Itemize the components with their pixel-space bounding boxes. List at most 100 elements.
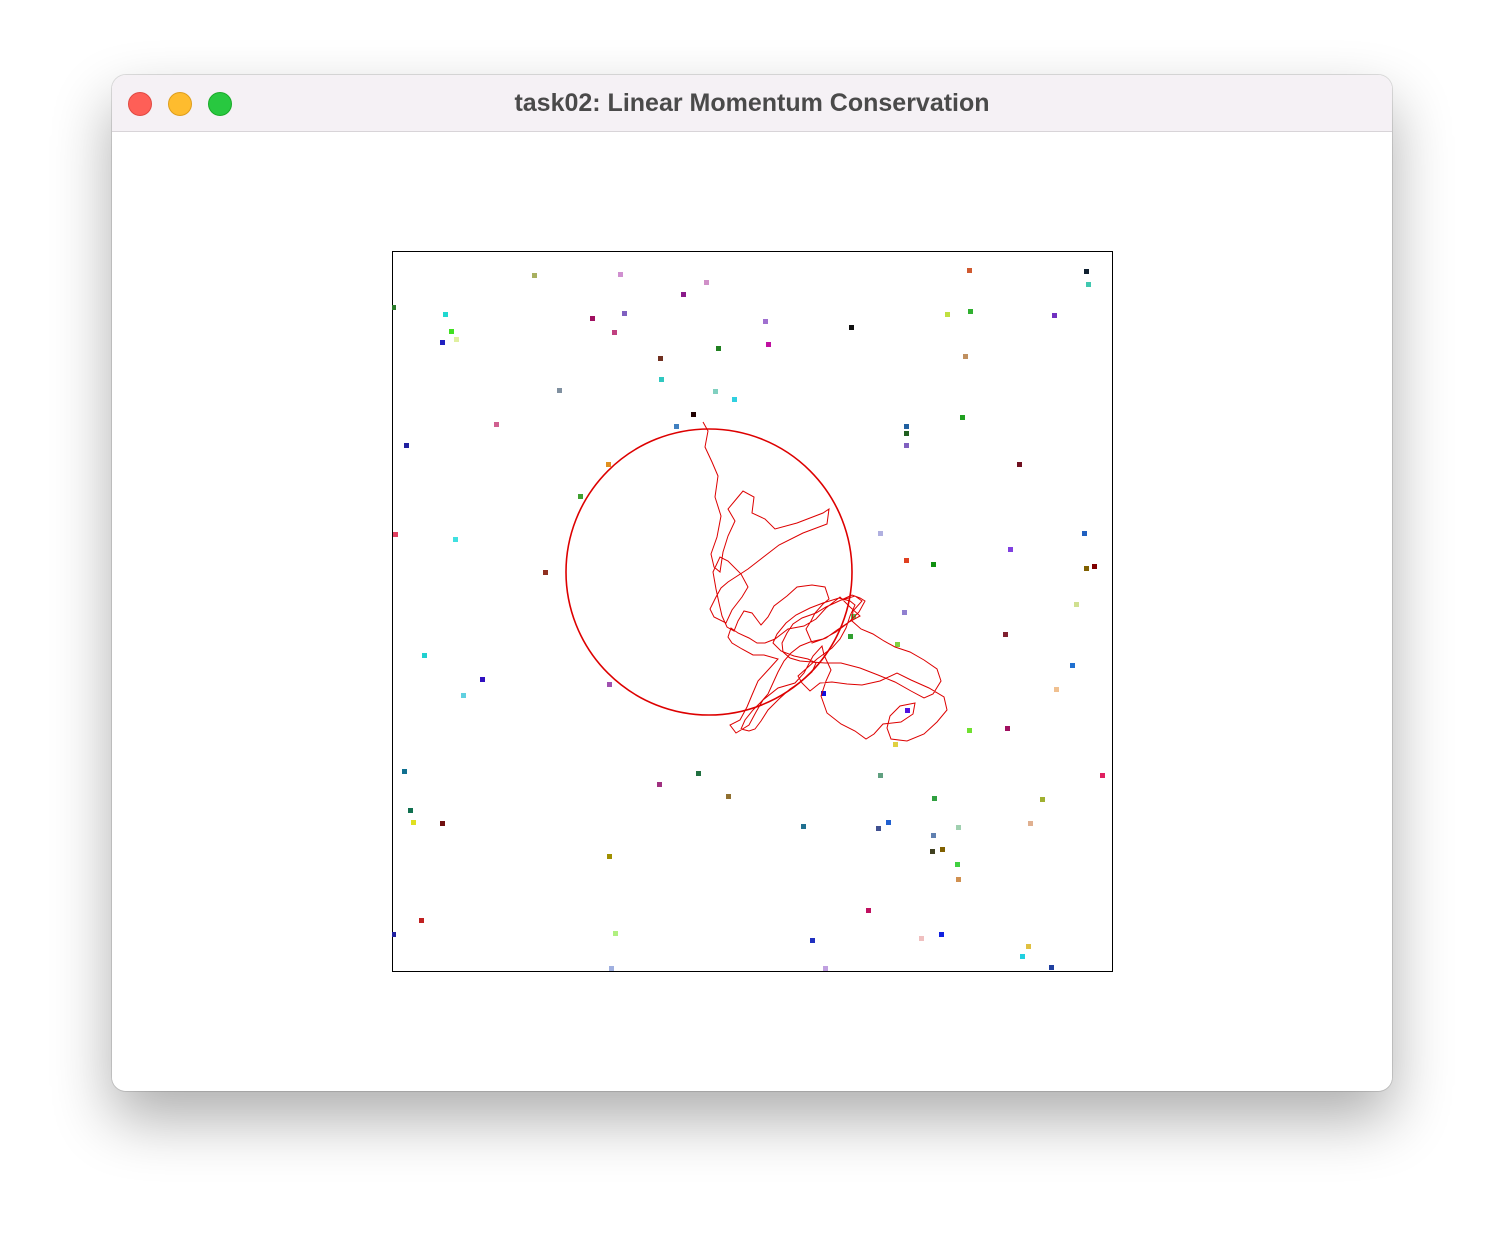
- window-content: [112, 132, 1392, 1091]
- particle: [618, 272, 623, 277]
- particle: [939, 932, 944, 937]
- particle: [1017, 462, 1022, 467]
- particle: [1049, 965, 1054, 970]
- particle: [681, 292, 686, 297]
- particle: [967, 268, 972, 273]
- particle: [956, 825, 961, 830]
- particle: [622, 311, 627, 316]
- particle: [454, 337, 459, 342]
- particle: [968, 309, 973, 314]
- particle: [691, 412, 696, 417]
- particle: [612, 330, 617, 335]
- particle: [443, 312, 448, 317]
- particle: [766, 342, 771, 347]
- particle: [557, 388, 562, 393]
- particle: [408, 808, 413, 813]
- particle: [532, 273, 537, 278]
- particle: [848, 634, 853, 639]
- particle: [930, 849, 935, 854]
- particle: [411, 820, 416, 825]
- particle: [932, 796, 937, 801]
- particle: [1028, 821, 1033, 826]
- particle: [1074, 602, 1079, 607]
- particle: [732, 397, 737, 402]
- particle: [1008, 547, 1013, 552]
- particle: [607, 854, 612, 859]
- particle: [904, 443, 909, 448]
- particle: [419, 918, 424, 923]
- particle: [763, 319, 768, 324]
- particle: [704, 280, 709, 285]
- particle: [657, 782, 662, 787]
- particle: [613, 931, 618, 936]
- particle: [440, 821, 445, 826]
- particle: [1082, 531, 1087, 536]
- particle: [823, 966, 828, 971]
- particle: [967, 728, 972, 733]
- particle: [1100, 773, 1105, 778]
- particle: [878, 531, 883, 536]
- particle: [716, 346, 721, 351]
- particle: [904, 424, 909, 429]
- particle: [849, 325, 854, 330]
- window-title: task02: Linear Momentum Conservation: [514, 89, 990, 117]
- particle: [931, 833, 936, 838]
- particle: [902, 610, 907, 615]
- particle: [876, 826, 881, 831]
- particle: [1070, 663, 1075, 668]
- particle: [1026, 944, 1031, 949]
- particle: [1005, 726, 1010, 731]
- particle: [878, 773, 883, 778]
- particle: [543, 570, 548, 575]
- particle: [606, 462, 611, 467]
- particle: [893, 742, 898, 747]
- particle: [1084, 269, 1089, 274]
- particle: [886, 820, 891, 825]
- particle: [696, 771, 701, 776]
- particle: [726, 794, 731, 799]
- particle: [404, 443, 409, 448]
- particle: [801, 824, 806, 829]
- particle: [713, 389, 718, 394]
- particle: [1092, 564, 1097, 569]
- particle: [904, 431, 909, 436]
- particle: [392, 305, 396, 310]
- particle: [945, 312, 950, 317]
- particle: [494, 422, 499, 427]
- particle: [1054, 687, 1059, 692]
- particle: [449, 329, 454, 334]
- particle: [392, 932, 396, 937]
- particle: [1084, 566, 1089, 571]
- particle: [607, 682, 612, 687]
- particle: [453, 537, 458, 542]
- particle: [1086, 282, 1091, 287]
- particle: [674, 424, 679, 429]
- simulation-boundary: [392, 251, 1113, 972]
- particle: [1052, 313, 1057, 318]
- particle: [963, 354, 968, 359]
- particle: [931, 562, 936, 567]
- particle: [440, 340, 445, 345]
- simulation-canvas[interactable]: [392, 251, 1113, 972]
- particle: [402, 769, 407, 774]
- app-window: task02: Linear Momentum Conservation: [112, 75, 1392, 1091]
- particle: [393, 532, 398, 537]
- particle: [956, 877, 961, 882]
- particle: [461, 693, 466, 698]
- particle: [904, 558, 909, 563]
- particle: [422, 653, 427, 658]
- particle: [895, 642, 900, 647]
- title-bar[interactable]: task02: Linear Momentum Conservation: [112, 75, 1392, 132]
- particle: [955, 862, 960, 867]
- particle: [960, 415, 965, 420]
- particle: [609, 966, 614, 971]
- particle: [866, 908, 871, 913]
- particle: [905, 708, 910, 713]
- particle: [940, 847, 945, 852]
- particle: [1040, 797, 1045, 802]
- particle: [578, 494, 583, 499]
- particle: [1003, 632, 1008, 637]
- particle: [658, 356, 663, 361]
- particle: [810, 938, 815, 943]
- particle: [1020, 954, 1025, 959]
